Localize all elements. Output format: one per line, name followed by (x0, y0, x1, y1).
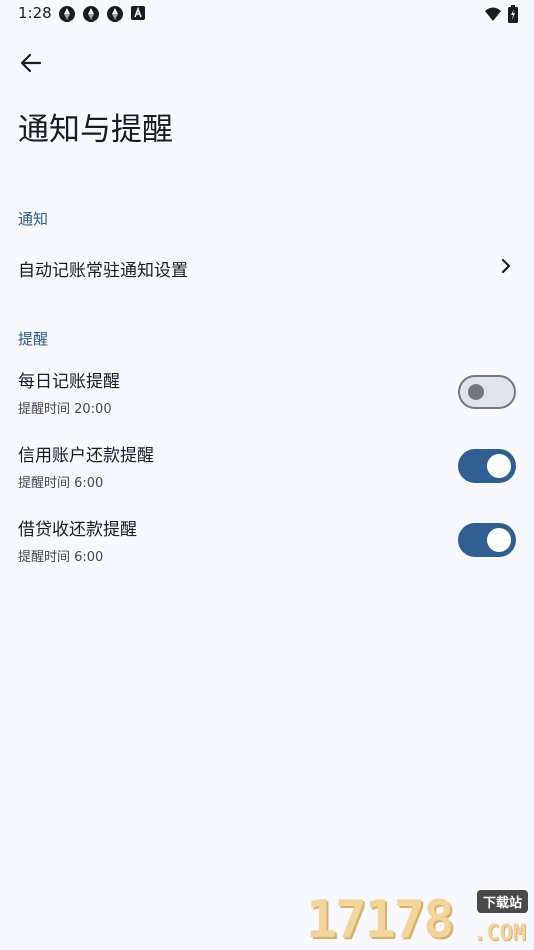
switch-thumb (487, 454, 511, 478)
app-a-icon (131, 6, 145, 20)
toggle-subtitle: 提醒时间 6:00 (18, 550, 104, 565)
wifi-icon (485, 7, 501, 21)
watermark-logo: 17178 下载站 .COM (306, 888, 532, 950)
system-icons (484, 5, 518, 23)
status-time: 1:28 (18, 4, 52, 22)
nav-row-label: 自动记账常驻通知设置 (18, 261, 188, 281)
auto-bookkeeping-notification-settings-row[interactable]: 自动记账常驻通知设置 (0, 238, 534, 296)
loan-reminder-switch[interactable] (458, 523, 516, 557)
section-header-notification: 通知 (18, 210, 49, 228)
chevron-right-icon (501, 258, 511, 274)
watermark-badge: 下载站 (476, 890, 528, 913)
toggle-subtitle: 提醒时间 20:00 (18, 402, 112, 417)
battery-charging-icon (508, 5, 518, 23)
watermark-digits: 17178 (306, 890, 455, 950)
aperture-icon (83, 6, 99, 22)
back-button[interactable] (14, 46, 48, 80)
aperture-icon (107, 6, 123, 22)
switch-thumb (487, 528, 511, 552)
toggle-title: 借贷收还款提醒 (18, 520, 137, 540)
switch-thumb (468, 384, 484, 400)
loan-repayment-reminder-row[interactable]: 借贷收还款提醒 提醒时间 6:00 (0, 517, 534, 583)
status-bar: 1:28 (0, 0, 534, 28)
arrow-back-icon (20, 53, 42, 73)
aperture-icon (59, 6, 75, 22)
toggle-title: 每日记账提醒 (18, 372, 120, 392)
daily-reminder-switch[interactable] (458, 375, 516, 409)
toggle-subtitle: 提醒时间 6:00 (18, 476, 104, 491)
section-header-reminder: 提醒 (18, 330, 49, 348)
watermark-suffix: .COM (473, 921, 526, 946)
daily-bookkeeping-reminder-row[interactable]: 每日记账提醒 提醒时间 20:00 (0, 369, 534, 435)
page-title: 通知与提醒 (18, 112, 173, 148)
credit-reminder-switch[interactable] (458, 449, 516, 483)
notification-icons (58, 5, 146, 23)
toggle-title: 信用账户还款提醒 (18, 446, 154, 466)
credit-account-repayment-reminder-row[interactable]: 信用账户还款提醒 提醒时间 6:00 (0, 443, 534, 509)
